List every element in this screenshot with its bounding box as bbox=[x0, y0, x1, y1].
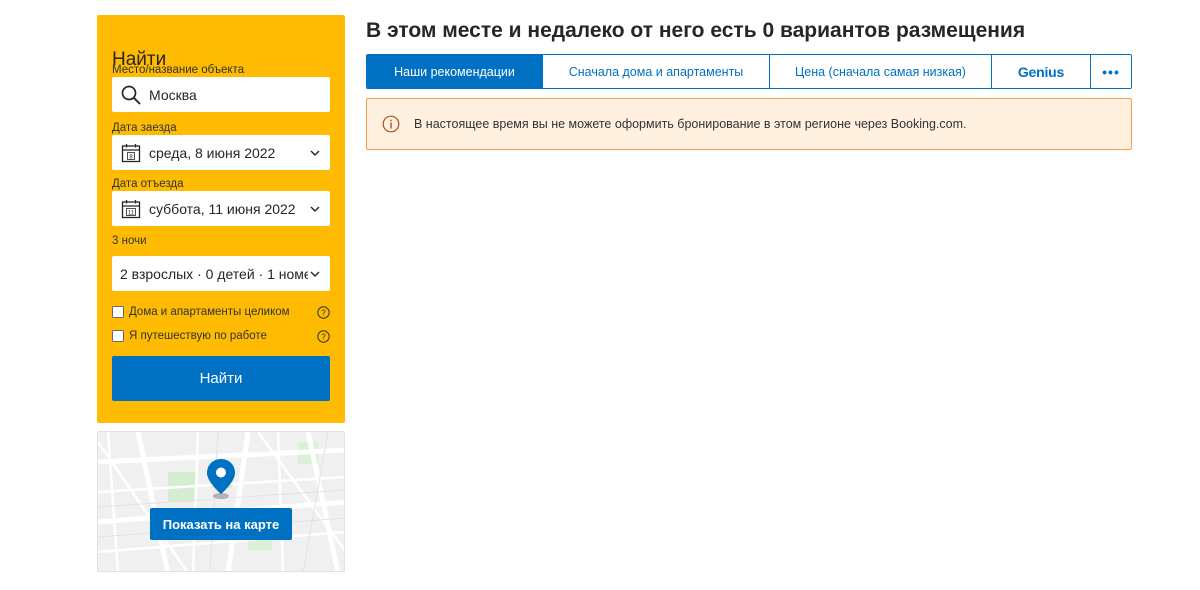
checkout-value: суббота, 11 июня 2022 bbox=[149, 200, 296, 217]
question-circle-icon[interactable]: ? bbox=[317, 329, 330, 343]
tab-price-lowest[interactable]: Цена (сначала самая низкая) bbox=[770, 55, 992, 88]
business-checkbox-row[interactable]: Я путешествую по работе ? bbox=[112, 327, 330, 345]
show-on-map-button[interactable]: Показать на карте bbox=[150, 508, 292, 540]
sort-tabs: Наши рекомендации Сначала дома и апартам… bbox=[366, 54, 1132, 89]
results-heading: В этом месте и недалеко от него есть 0 в… bbox=[366, 19, 1026, 42]
homes-checkbox-row[interactable]: Дома и апартаменты целиком ? bbox=[112, 303, 330, 321]
homes-checkbox-label: Дома и апартаменты целиком bbox=[129, 306, 290, 318]
homes-checkbox[interactable] bbox=[112, 306, 124, 318]
search-submit-button[interactable]: Найти bbox=[112, 356, 330, 401]
tab-more-options[interactable]: ••• bbox=[1091, 55, 1131, 88]
checkout-day-number: 11 bbox=[128, 210, 135, 216]
checkout-label: Дата отъезда bbox=[112, 178, 184, 190]
destination-label: Место/название объекта bbox=[112, 64, 245, 76]
calendar-icon: 11 bbox=[119, 197, 143, 221]
checkin-value: среда, 8 июня 2022 bbox=[149, 144, 276, 161]
business-checkbox-label: Я путешествую по работе bbox=[129, 330, 267, 342]
business-checkbox[interactable] bbox=[112, 330, 124, 342]
destination-input[interactable]: Москва bbox=[112, 77, 330, 112]
tab-recommended[interactable]: Наши рекомендации bbox=[367, 55, 543, 88]
guests-select[interactable]: 2 взрослых · 0 детей · 1 номер bbox=[112, 256, 330, 291]
chevron-down-icon bbox=[308, 146, 322, 160]
region-notice: В настоящее время вы не можете оформить … bbox=[366, 98, 1132, 150]
checkin-date-select[interactable]: 8 среда, 8 июня 2022 bbox=[112, 135, 330, 170]
region-notice-text: В настоящее время вы не можете оформить … bbox=[414, 117, 967, 131]
calendar-icon: 8 bbox=[119, 141, 143, 165]
tab-genius[interactable]: Genius bbox=[992, 55, 1091, 88]
checkin-label: Дата заезда bbox=[112, 122, 177, 134]
search-panel: Найти Место/название объекта Москва Дата… bbox=[97, 15, 345, 423]
tab-homes-first[interactable]: Сначала дома и апартаменты bbox=[543, 55, 770, 88]
map-preview[interactable]: Показать на карте bbox=[97, 431, 345, 572]
svg-text:?: ? bbox=[321, 308, 326, 317]
search-icon bbox=[119, 83, 143, 107]
nights-count: 3 ночи bbox=[112, 235, 147, 247]
map-pin-icon bbox=[205, 458, 237, 505]
svg-text:?: ? bbox=[321, 332, 326, 341]
chevron-down-icon bbox=[308, 267, 322, 281]
guests-value: 2 взрослых · 0 детей · 1 номер bbox=[120, 265, 308, 282]
checkout-date-select[interactable]: 11 суббота, 11 июня 2022 bbox=[112, 191, 330, 226]
question-circle-icon[interactable]: ? bbox=[317, 305, 330, 319]
info-circle-icon bbox=[382, 115, 400, 133]
destination-value: Москва bbox=[149, 86, 197, 103]
chevron-down-icon bbox=[308, 202, 322, 216]
